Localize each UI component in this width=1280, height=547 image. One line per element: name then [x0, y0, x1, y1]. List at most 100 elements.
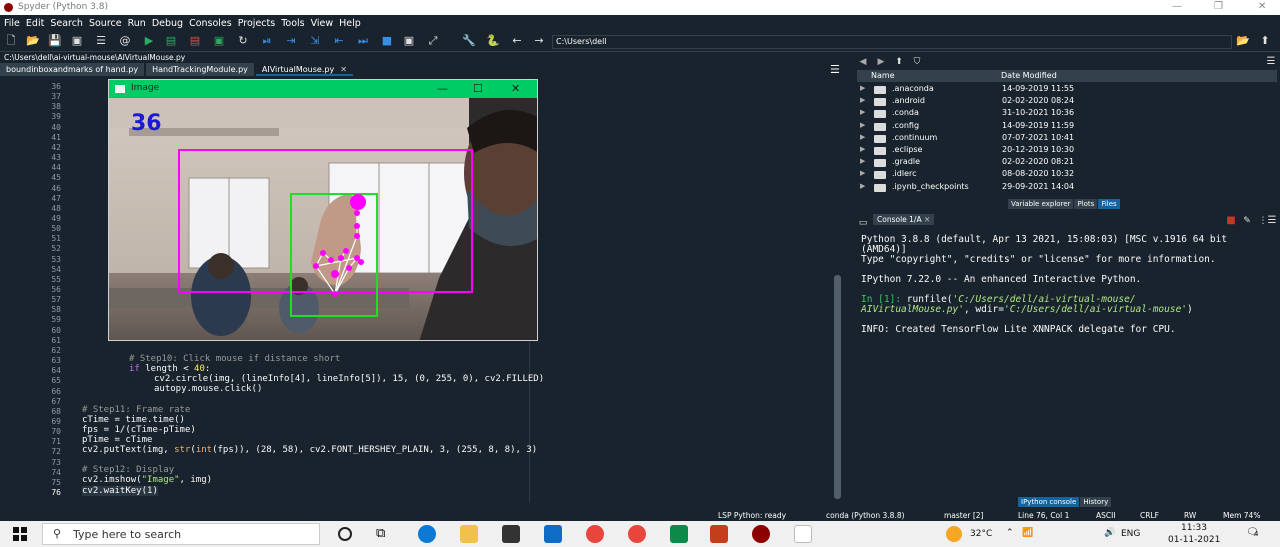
- save-icon[interactable]: 💾: [48, 34, 62, 48]
- menu-view[interactable]: View: [311, 18, 334, 29]
- expand-arrow-icon[interactable]: ▶: [860, 182, 865, 190]
- file-row[interactable]: ▶ .config 14-09-2019 11:59: [860, 121, 1270, 133]
- continue-icon[interactable]: ⏭: [356, 34, 370, 48]
- clock-time[interactable]: 11:33: [1181, 523, 1207, 533]
- stop-kernel-icon[interactable]: ■: [1224, 214, 1238, 228]
- back-icon[interactable]: ←: [510, 34, 524, 48]
- image-window-titlebar[interactable]: Image — ☐ ✕: [109, 80, 537, 98]
- mail-icon[interactable]: [544, 525, 562, 543]
- image-maximize-icon[interactable]: ☐: [473, 82, 483, 95]
- close-console-icon[interactable]: ✕: [924, 215, 930, 224]
- run-cell-icon[interactable]: ▤: [164, 34, 178, 48]
- forward-icon[interactable]: →: [532, 34, 546, 48]
- close-tab-icon[interactable]: ✕: [340, 65, 347, 74]
- back-icon[interactable]: ◀: [856, 55, 870, 69]
- menu-file[interactable]: File: [4, 18, 20, 29]
- step-icon[interactable]: ⇥: [284, 34, 298, 48]
- maximize-icon[interactable]: ❐: [1214, 1, 1223, 12]
- git-status[interactable]: master [2]: [944, 511, 983, 520]
- files-options-icon[interactable]: ☰: [1264, 55, 1278, 69]
- close-icon[interactable]: ✕: [1258, 1, 1266, 12]
- task-view-icon[interactable]: ⧉: [376, 525, 394, 543]
- file-row[interactable]: ▶ .ipynb_checkpoints 29-09-2021 14:04: [860, 182, 1270, 194]
- chrome-icon[interactable]: [628, 525, 646, 543]
- menu-projects[interactable]: Projects: [238, 18, 275, 29]
- stop-debug-icon[interactable]: ■: [380, 34, 394, 48]
- network-icon[interactable]: 📶: [1022, 528, 1033, 538]
- console-tab[interactable]: Console 1/A ✕: [873, 214, 935, 225]
- code-line-76[interactable]: cv2.waitKey(1): [82, 486, 158, 496]
- save-all-icon[interactable]: ▣: [70, 34, 84, 48]
- edge-browser-icon[interactable]: [418, 525, 436, 543]
- tab-aivirtualmouse[interactable]: AIVirtualMouse.py ✕: [255, 63, 353, 76]
- browse-dir-icon[interactable]: 📂: [1236, 34, 1250, 48]
- conda-status[interactable]: conda (Python 3.8.8): [826, 511, 905, 520]
- taskbar-search-box[interactable]: ⚲ Type here to search: [42, 523, 320, 545]
- windows-start-icon[interactable]: [13, 527, 27, 541]
- file-row[interactable]: ▶ .conda 31-10-2021 10:36: [860, 108, 1270, 120]
- menu-debug[interactable]: Debug: [152, 18, 183, 29]
- image-window[interactable]: Image — ☐ ✕ 36: [108, 79, 538, 341]
- tray-chevron-icon[interactable]: ⌃: [1006, 528, 1014, 538]
- file-row[interactable]: ▶ .gradle 02-02-2020 08:21: [860, 157, 1270, 169]
- parent-dir-icon[interactable]: ⬆: [1258, 34, 1272, 48]
- powerpoint-icon[interactable]: [710, 525, 728, 543]
- code-line-74[interactable]: # Step12: Display: [82, 465, 174, 475]
- volume-icon[interactable]: 🔊: [1104, 528, 1115, 538]
- expand-arrow-icon[interactable]: ▶: [860, 121, 865, 129]
- tab-ipython-console[interactable]: IPython console: [1018, 497, 1080, 507]
- filter-icon[interactable]: ⛉: [910, 55, 924, 69]
- forward-icon[interactable]: ▶: [874, 55, 888, 69]
- minimize-icon[interactable]: —: [1172, 1, 1182, 12]
- list-icon[interactable]: ☰: [94, 34, 108, 48]
- image-minimize-icon[interactable]: —: [437, 82, 448, 95]
- code-line-70[interactable]: fps = 1/(cTime-pTime): [82, 425, 196, 435]
- working-directory-input[interactable]: C:\Users\dell: [552, 35, 1232, 49]
- expand-arrow-icon[interactable]: ▶: [860, 108, 865, 116]
- column-date-modified[interactable]: Date Modified: [1001, 71, 1057, 80]
- console-menu-icon[interactable]: ☰: [1265, 214, 1279, 228]
- code-line-65[interactable]: cv2.circle(img, (lineInfo[4], lineInfo[5…: [154, 374, 544, 384]
- open-file-icon[interactable]: 📂: [26, 34, 40, 48]
- fullscreen-icon[interactable]: ⤢: [426, 34, 440, 48]
- expand-arrow-icon[interactable]: ▶: [860, 145, 865, 153]
- code-line-63[interactable]: # Step10: Click mouse if distance short: [129, 354, 340, 364]
- tab-boundinbox[interactable]: boundinboxandmarks of hand.py: [0, 63, 145, 76]
- code-line-75[interactable]: cv2.imshow("Image", img): [82, 475, 212, 485]
- menu-consoles[interactable]: Consoles: [189, 18, 232, 29]
- weather-icon[interactable]: [946, 526, 962, 542]
- expand-arrow-icon[interactable]: ▶: [860, 84, 865, 92]
- image-close-icon[interactable]: ✕: [511, 82, 520, 95]
- run-icon[interactable]: ▶: [142, 34, 156, 48]
- code-line-64[interactable]: if length < 40:: [129, 364, 210, 374]
- maximize-pane-icon[interactable]: ▣: [402, 34, 416, 48]
- code-line-68[interactable]: # Step11: Frame rate: [82, 405, 190, 415]
- notepad-icon[interactable]: [794, 525, 812, 543]
- code-line-72[interactable]: cv2.putText(img, str(int(fps)), (28, 58)…: [82, 445, 537, 455]
- clock-date[interactable]: 01-11-2021: [1168, 535, 1220, 545]
- new-file-icon[interactable]: 🗋: [4, 34, 18, 48]
- step-into-icon[interactable]: ⇲: [308, 34, 322, 48]
- language-indicator[interactable]: ENG: [1121, 529, 1140, 539]
- file-row[interactable]: ▶ .anaconda 14-09-2019 11:55: [860, 84, 1270, 96]
- rerun-icon[interactable]: ↻: [236, 34, 250, 48]
- run-selection-icon[interactable]: ▣: [212, 34, 226, 48]
- preferences-icon[interactable]: 🔧: [462, 34, 476, 48]
- python-path-icon[interactable]: 🐍: [486, 34, 500, 48]
- file-explorer-icon[interactable]: [460, 525, 478, 543]
- console-command-cont[interactable]: AIVirtualMouse.py', wdir='C:/Users/dell/…: [861, 304, 1193, 315]
- editor-vscroll-thumb[interactable]: [834, 275, 841, 499]
- code-line-66[interactable]: autopy.mouse.click(): [154, 384, 262, 394]
- expand-arrow-icon[interactable]: ▶: [860, 96, 865, 104]
- file-row[interactable]: ▶ .eclipse 20-12-2019 10:30: [860, 145, 1270, 157]
- step-return-icon[interactable]: ⇤: [332, 34, 346, 48]
- file-row[interactable]: ▶ .idlerc 08-08-2020 10:32: [860, 169, 1270, 181]
- column-name[interactable]: Name: [871, 71, 895, 80]
- menu-edit[interactable]: Edit: [26, 18, 44, 29]
- file-row[interactable]: ▶ .continuum 07-07-2021 10:41: [860, 133, 1270, 145]
- expand-arrow-icon[interactable]: ▶: [860, 157, 865, 165]
- app-icon[interactable]: [670, 525, 688, 543]
- debug-icon[interactable]: ⏯: [260, 34, 274, 48]
- menu-tools[interactable]: Tools: [281, 18, 304, 29]
- up-icon[interactable]: ⬆: [892, 55, 906, 69]
